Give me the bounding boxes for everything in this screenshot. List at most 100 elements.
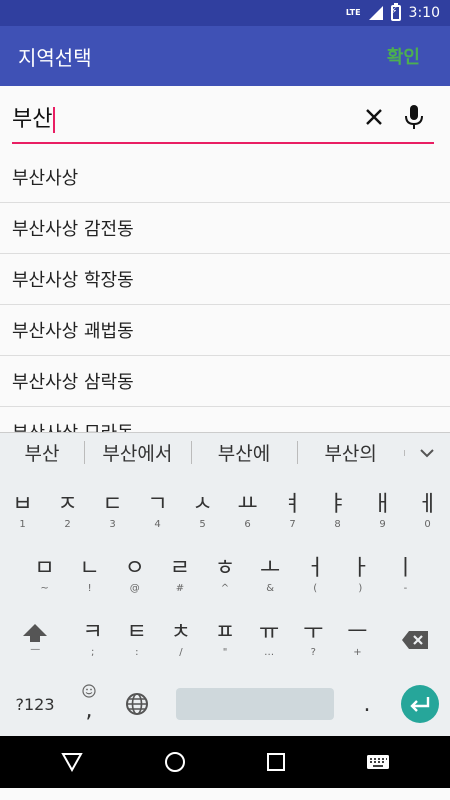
suggestion-4[interactable]: 부산의 [297,439,404,466]
keyboard-row-2: ㅁ ~ ㄴ! ㅇ @ ㄹ # ㅎ ^ ㅗ & ㅓ( ㅏ) ㅣ- [0,544,450,608]
home-icon[interactable] [164,751,186,773]
search-underline [12,142,434,144]
shift-key[interactable]: — [0,608,71,672]
status-bar: LTE 3:10 [0,0,450,26]
list-item[interactable]: 부산사상 삼락동 [0,356,450,407]
comma-key[interactable]: , [70,684,108,724]
key-main: ㅡ [347,620,368,645]
suggestion-2[interactable]: 부산에서 [84,439,191,466]
key-sub: 3 [109,519,116,530]
key[interactable]: ㅡ + [335,608,379,672]
key-sub: 6 [244,519,251,530]
key[interactable]: ㄹ # [157,544,202,608]
keyboard-icon[interactable] [366,754,390,770]
key-sub: ! [87,583,92,594]
key-sub: 4 [154,519,161,530]
search-input[interactable]: 부산 [12,101,354,133]
key-sub: : [135,647,139,658]
back-icon[interactable] [60,752,83,772]
voice-search-button[interactable] [394,97,434,137]
key[interactable]: ㄴ! [67,544,112,608]
key-main: ㅊ [170,620,192,645]
key[interactable]: ㅓ( [293,544,338,608]
key[interactable]: ㅠ… [247,608,291,672]
key-main: ㅣ [395,556,416,581]
period-key[interactable]: . [344,692,390,717]
key-sub: ~ [40,583,49,594]
key[interactable]: ㅂ1 [0,480,45,544]
key[interactable]: ㅗ & [248,544,293,608]
page-title: 지역선택 [18,45,92,70]
delete-key[interactable] [379,608,450,672]
enter-icon [410,697,430,712]
language-key[interactable] [108,692,166,716]
key[interactable]: ㅌ: [115,608,159,672]
key-main: ㅅ [192,492,213,517]
suggestion-1[interactable]: 부산 [0,439,84,466]
key-sub: 0 [424,519,431,530]
symbols-key[interactable]: ?123 [0,695,70,714]
key[interactable]: ㄱ4 [135,480,180,544]
key[interactable]: ㅋ; [71,608,115,672]
suggestion-3[interactable]: 부산에 [190,439,298,466]
key[interactable]: ㅕ7 [270,480,315,544]
key[interactable]: ㅣ- [383,544,428,608]
more-suggestions-button[interactable] [404,448,450,458]
list-item[interactable]: 부산사상 괘법동 [0,305,450,356]
key[interactable]: ㅁ ~ [22,544,67,608]
key[interactable]: ㅎ ^ [202,544,247,608]
enter-key[interactable] [390,685,450,723]
list-item[interactable]: 부산사상 감전동 [0,203,450,254]
list-item[interactable]: 부산사상 모라동 [0,407,450,432]
confirm-button[interactable]: 확인 [387,43,420,69]
key-main: ㅠ [259,620,280,645]
key[interactable]: ㅇ @ [112,544,157,608]
key[interactable]: ㅛ6 [225,480,270,544]
suggestion-strip: 부산 부산에서 부산에 부산의 [0,432,450,472]
key[interactable]: ㅈ2 [45,480,90,544]
key[interactable]: ㅑ8 [315,480,360,544]
list-item[interactable]: 부산사상 [0,152,450,203]
app-bar: 지역선택 확인 [0,26,450,86]
chevron-down-icon [420,448,434,457]
key-sub: ^ [220,583,230,594]
key[interactable]: ㅍ " [203,608,247,672]
key-sub: & [266,583,274,594]
enter-button[interactable] [401,685,439,723]
shift-icon [23,624,48,642]
key-main: ㅈ [57,492,78,517]
emoji-icon [82,684,96,698]
key-sub: / [179,647,183,658]
key-main: ㄱ [147,492,168,517]
key-main: ㅎ [214,556,236,581]
key-main: ㄴ [79,556,100,581]
key-sub: 9 [379,519,386,530]
key-main: ㅍ [214,620,236,645]
key[interactable]: ㅐ9 [360,480,405,544]
key-main: ㅕ [282,492,303,517]
key[interactable]: ㅔ0 [405,480,450,544]
key[interactable]: ㄷ3 [90,480,135,544]
backspace-icon [401,631,428,649]
navigation-bar [0,736,450,788]
key-sub: # [175,583,185,594]
key-sub: ? [310,647,316,658]
key[interactable]: ㅊ / [159,608,203,672]
key[interactable]: ㅜ? [291,608,335,672]
space-key[interactable] [176,688,334,720]
key-main: ㄷ [102,492,123,517]
key[interactable]: ㅏ) [338,544,383,608]
recents-icon[interactable] [266,753,285,771]
battery-icon [390,3,401,21]
key-sub: ; [90,647,95,658]
clear-button[interactable] [354,97,394,137]
key-main: ㅐ [372,492,393,517]
key-sub: + [353,647,362,658]
key-main: ㅂ [12,492,33,517]
list-item[interactable]: 부산사상 학장동 [0,254,450,305]
key-sub: 5 [199,519,206,530]
globe-icon [126,693,148,715]
key[interactable]: ㅅ5 [180,480,225,544]
key-main: ㅔ [417,492,438,517]
result-list: 부산사상 부산사상 감전동 부산사상 학장동 부산사상 괘법동 부산사상 삼락동… [0,152,450,432]
